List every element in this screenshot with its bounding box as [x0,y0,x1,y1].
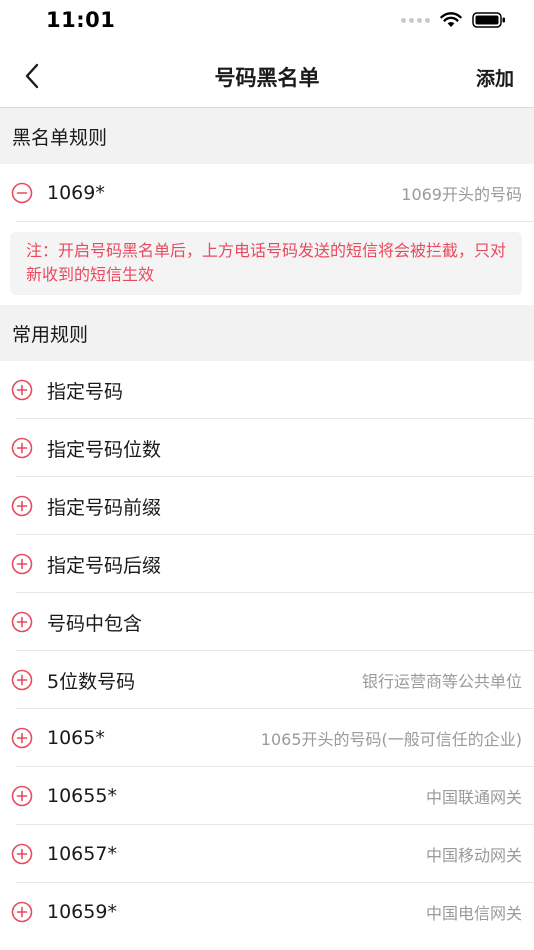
signal-icon [401,17,430,23]
navigation-bar: 号码黑名单 添加 [0,46,534,108]
plus-circle-icon[interactable] [11,437,33,459]
common-rule-label: 10657* [47,843,117,865]
common-rule-item[interactable]: 10655* 中国联通网关 [0,767,534,825]
common-rule-item[interactable]: 1065* 1065开头的号码(一般可信任的企业) [0,709,534,767]
chevron-left-icon [25,63,39,89]
plus-circle-icon[interactable] [11,727,33,749]
common-rule-item[interactable]: 10657* 中国移动网关 [0,825,534,883]
common-rule-item[interactable]: 号码中包含 [0,593,534,651]
blacklist-item-desc: 1069开头的号码 [401,185,522,204]
common-rule-desc: 1065开头的号码(一般可信任的企业) [260,730,522,749]
add-button[interactable]: 添加 [476,64,514,91]
common-rule-item[interactable]: 5位数号码 银行运营商等公共单位 [0,651,534,709]
plus-circle-icon[interactable] [11,669,33,691]
common-rule-item[interactable]: 指定号码前缀 [0,477,534,535]
common-rule-desc: 中国联通网关 [425,788,522,807]
common-rule-label: 指定号码位数 [47,438,162,461]
status-icons [401,12,506,28]
plus-circle-icon[interactable] [11,495,33,517]
common-rule-label: 指定号码后缀 [47,554,162,577]
common-rules-list: 指定号码 指定号码位数 指定号码前缀 指定号码后缀 号码中包含 5位数号码 银行… [0,361,534,941]
common-rule-item[interactable]: 指定号码位数 [0,419,534,477]
blacklist-section-header: 黑名单规则 [0,108,534,164]
plus-circle-icon[interactable] [11,843,33,865]
blacklist-item[interactable]: 1069* 1069开头的号码 [0,164,534,222]
note-container: 注：开启号码黑名单后，上方电话号码发送的短信将会被拦截，只对新收到的短信生效 [0,222,534,305]
common-rule-label: 指定号码 [47,380,124,403]
status-bar: 11:01 [0,0,534,46]
common-rule-label: 号码中包含 [47,612,143,635]
common-rule-label: 1065* [47,727,105,749]
common-rule-item[interactable]: 指定号码后缀 [0,535,534,593]
common-rule-desc: 中国电信网关 [425,904,522,923]
common-rules-section-header: 常用规则 [0,305,534,361]
common-rule-label: 10659* [47,901,117,923]
plus-circle-icon[interactable] [11,785,33,807]
blacklist-note: 注：开启号码黑名单后，上方电话号码发送的短信将会被拦截，只对新收到的短信生效 [10,232,522,295]
plus-circle-icon[interactable] [11,379,33,401]
common-rule-label: 指定号码前缀 [47,496,162,519]
blacklist-item-label: 1069* [47,182,105,204]
common-rule-item[interactable]: 指定号码 [0,361,534,419]
plus-circle-icon[interactable] [11,553,33,575]
back-button[interactable] [14,58,50,94]
plus-circle-icon[interactable] [11,901,33,923]
page-title: 号码黑名单 [214,65,320,90]
wifi-icon [440,12,462,27]
status-time: 11:01 [46,8,116,32]
common-rule-desc: 中国移动网关 [425,846,522,865]
minus-circle-icon[interactable] [11,182,33,204]
common-rule-item[interactable]: 10659* 中国电信网关 [0,883,534,941]
common-rule-label: 5位数号码 [47,670,136,693]
battery-icon [472,12,505,28]
common-rule-label: 10655* [47,785,117,807]
common-rule-desc: 银行运营商等公共单位 [361,672,522,691]
plus-circle-icon[interactable] [11,611,33,633]
